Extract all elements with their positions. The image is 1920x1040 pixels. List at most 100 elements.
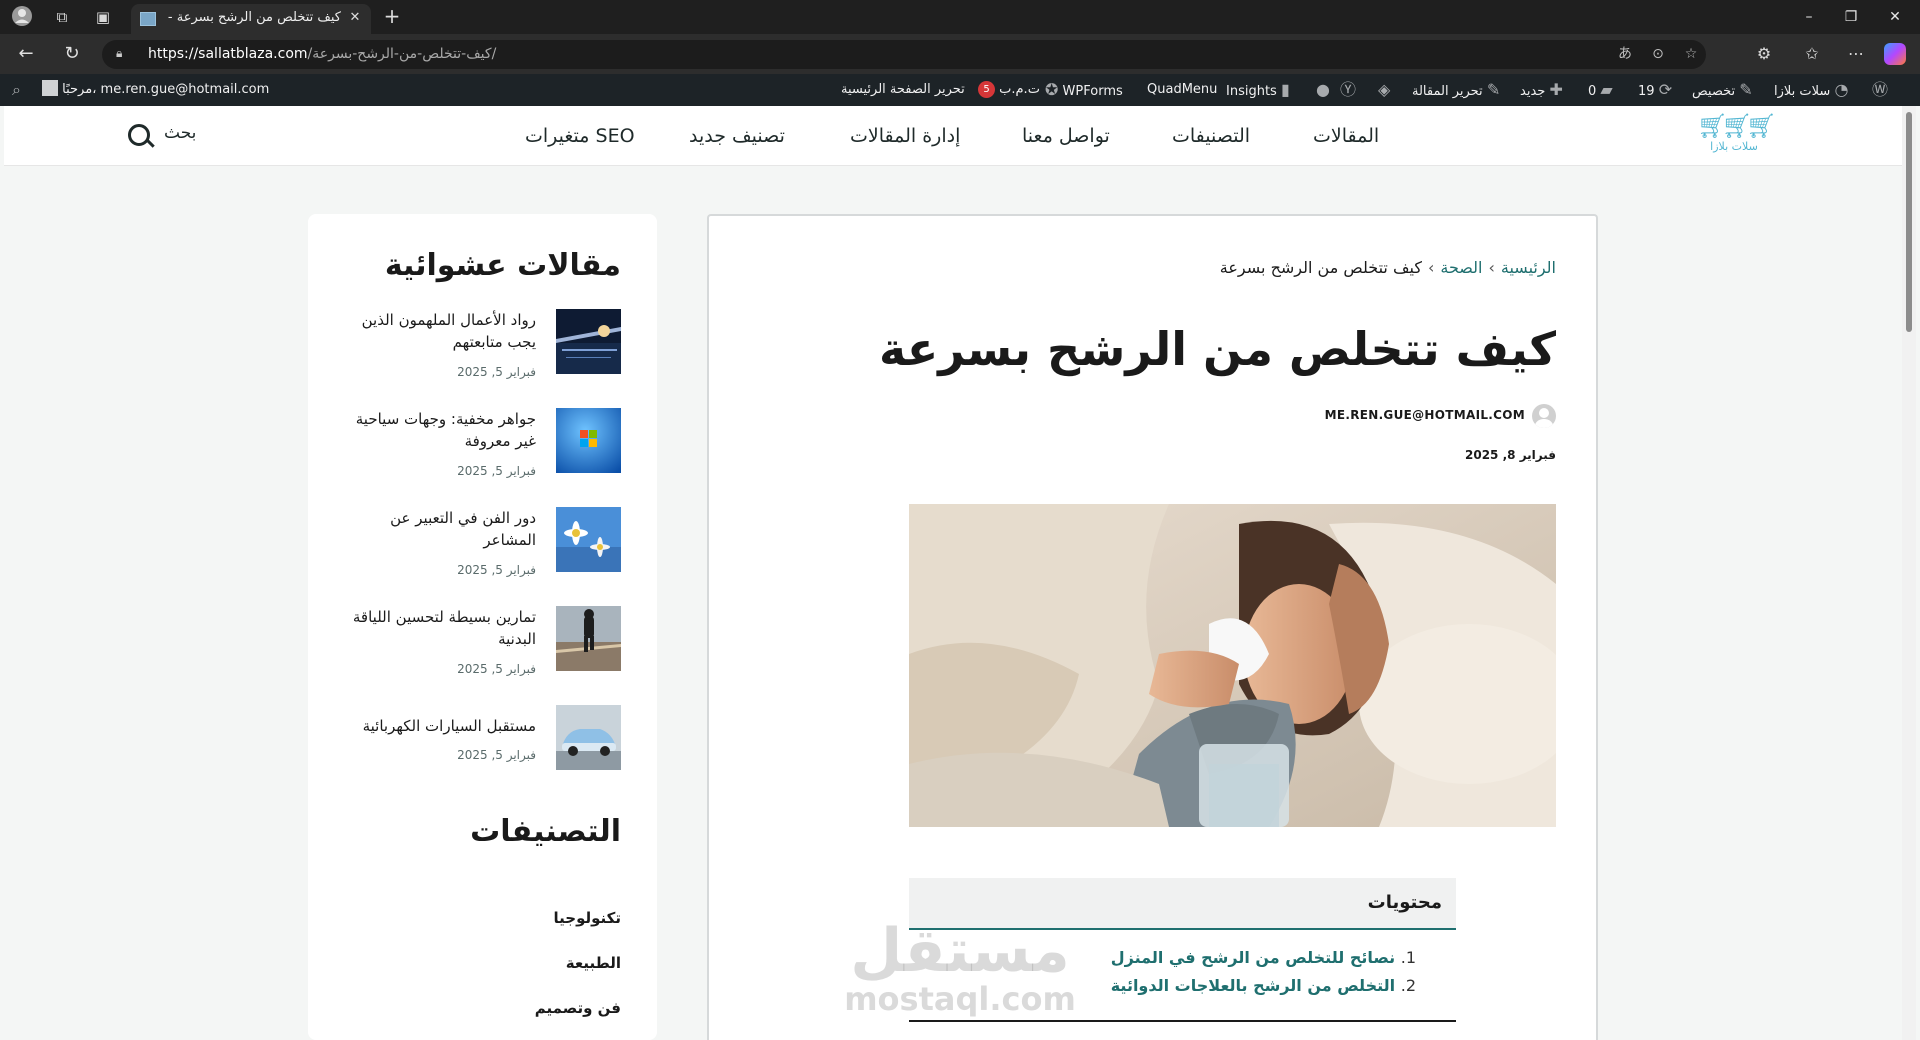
post-thumbnail[interactable] xyxy=(556,309,621,374)
lock-icon: 🔒︎ xyxy=(116,46,123,60)
list-item[interactable]: رواد الأعمال الملهمون الذين يجب متابعتهم… xyxy=(331,309,621,379)
site-logo[interactable]: 🛒︎🛒︎🛒︎ سلات بلازا xyxy=(1689,112,1779,160)
nav-manage-articles[interactable]: إدارة المقالات xyxy=(850,106,960,166)
yoast-icon[interactable]: Ⓨ xyxy=(1340,74,1356,106)
seo-plugin-icon[interactable]: ◈ xyxy=(1378,74,1390,106)
workspaces-icon[interactable]: ⧉ xyxy=(50,5,74,29)
list-item[interactable]: جواهر مخفية: وجهات سياحية غير معروفة فبر… xyxy=(331,408,621,478)
nav-articles[interactable]: المقالات xyxy=(1313,106,1379,166)
search-icon xyxy=(128,124,150,146)
adminbar-insights[interactable]: Insights ▮ xyxy=(1226,74,1290,106)
post-title[interactable]: رواد الأعمال الملهمون الذين يجب متابعتهم xyxy=(336,309,536,353)
post-date: فبراير 8, 2025 xyxy=(1465,448,1556,462)
toc-item[interactable]: 1. نصائح للتخلص من الرشح في المنزل xyxy=(1111,948,1416,967)
post-thumbnail[interactable] xyxy=(556,408,621,473)
post-date: فبراير 5, 2025 xyxy=(457,464,536,478)
category-link[interactable]: تكنولوجيا xyxy=(554,909,622,927)
seo-label: ت.م.ب xyxy=(999,82,1040,97)
nav-seo-variables[interactable]: متغيرات SEO xyxy=(525,106,635,166)
adminbar-new[interactable]: جديد ✚ xyxy=(1520,74,1563,106)
extensions-puzzle-icon[interactable]: ⊙ xyxy=(1647,43,1669,65)
favorite-star-icon[interactable]: ☆ xyxy=(1680,43,1702,65)
table-of-contents: محتويات 1. نصائح للتخلص من الرشح في المن… xyxy=(909,878,1456,1022)
url-host: https://sallatblaza.com xyxy=(148,46,308,62)
post-title[interactable]: جواهر مخفية: وجهات سياحية غير معروفة xyxy=(336,408,536,452)
random-posts-title: مقالات عشوائية xyxy=(384,248,621,283)
tab-close-icon[interactable]: ✕ xyxy=(345,8,365,28)
breadcrumb-current: كيف تتخلص من الرشح بسرعة xyxy=(1219,258,1422,277)
toc-number: 1. xyxy=(1400,948,1416,967)
page-title: كيف تتخلص من الرشح بسرعة xyxy=(878,322,1556,376)
url-field[interactable]: 🔒︎ https://sallatblaza.com/كيف-تتخلص-من-… xyxy=(102,40,1706,69)
post-title[interactable]: دور الفن في التعبير عن المشاعر xyxy=(336,507,536,551)
adminbar-edit-post[interactable]: تحرير المقالة ✎ xyxy=(1412,74,1500,106)
toc-link[interactable]: التخلص من الرشح بالعلاجات الدوائية xyxy=(1111,976,1395,995)
author-name[interactable]: ME.REN.GUE@HOTMAIL.COM xyxy=(1325,408,1525,422)
breadcrumb-category[interactable]: الصحة xyxy=(1440,258,1482,277)
pencil-icon: ✎ xyxy=(1486,80,1501,99)
adminbar-wpforms[interactable]: ✪ WPForms xyxy=(1045,74,1123,106)
breadcrumb-home[interactable]: الرئيسية xyxy=(1501,258,1556,277)
minimize-button[interactable]: – xyxy=(1786,0,1832,34)
adminbar-comments[interactable]: 0 ▰ xyxy=(1588,74,1613,106)
post-title[interactable]: تمارين بسيطة لتحسين اللياقة البدنية xyxy=(336,606,536,650)
new-label: جديد xyxy=(1520,84,1546,99)
post-title[interactable]: مستقبل السيارات الكهربائية xyxy=(336,715,536,737)
adminbar-quadmenu[interactable]: QuadMenu xyxy=(1147,74,1217,106)
comments-count: 0 xyxy=(1588,84,1597,99)
adminbar-customize[interactable]: تخصيص ✎ xyxy=(1692,74,1753,106)
list-item[interactable]: دور الفن في التعبير عن المشاعر فبراير 5,… xyxy=(331,507,621,577)
wordpress-logo-icon[interactable]: Ⓦ xyxy=(1872,74,1888,106)
nav-categories[interactable]: التصنيفات xyxy=(1172,106,1250,166)
scrollbar-thumb[interactable] xyxy=(1906,112,1912,332)
url-path: /كيف-تتخلص-من-الرشح-بسرعة/ xyxy=(307,46,497,62)
updates-count: 19 xyxy=(1638,84,1655,99)
url-text: https://sallatblaza.com/كيف-تتخلص-من-الر… xyxy=(148,46,496,62)
refresh-icon[interactable]: ↻ xyxy=(60,42,84,66)
adminbar-seo[interactable]: 5 ت.م.ب xyxy=(978,74,1040,106)
featured-image xyxy=(909,504,1556,827)
new-tab-button[interactable]: + xyxy=(380,5,404,29)
page-scrollbar[interactable] xyxy=(1902,106,1916,1040)
adminbar-edit-homepage[interactable]: تحرير الصفحة الرئيسية xyxy=(841,74,965,106)
favorites-icon[interactable]: ✩ xyxy=(1800,42,1824,66)
list-item[interactable]: مستقبل السيارات الكهربائية فبراير 5, 202… xyxy=(331,705,621,775)
toc-header[interactable]: محتويات xyxy=(909,878,1456,930)
read-aloud-icon[interactable]: あ xyxy=(1614,43,1636,65)
vertical-tabs-icon[interactable]: ▣ xyxy=(91,5,115,29)
copilot-icon[interactable] xyxy=(1884,43,1906,65)
active-tab[interactable]: كيف تتخلص من الرشح بسرعة - سلا ✕ xyxy=(131,4,371,34)
window-close-button[interactable]: ✕ xyxy=(1872,0,1918,34)
category-link[interactable]: الطبيعة xyxy=(566,954,621,972)
list-item[interactable]: تمارين بسيطة لتحسين اللياقة البدنية فبرا… xyxy=(331,606,621,676)
toc-link[interactable]: نصائح للتخلص من الرشح في المنزل xyxy=(1111,948,1395,967)
profile-icon[interactable] xyxy=(10,5,34,29)
sidebar: مقالات عشوائية رواد الأعمال الملهمون الذ… xyxy=(308,214,657,1040)
comments-icon: ▰ xyxy=(1600,80,1613,99)
avatar xyxy=(42,80,58,96)
maximize-button[interactable]: ❐ xyxy=(1828,0,1874,34)
adminbar-search-icon[interactable]: ⌕ xyxy=(12,74,21,106)
adminbar-site-name[interactable]: سلات بلازا ◔ xyxy=(1774,74,1848,106)
post-date: فبراير 5, 2025 xyxy=(457,563,536,577)
extensions-icon[interactable]: ⚙ xyxy=(1752,42,1776,66)
adminbar-updates[interactable]: 19 ⟳ xyxy=(1638,74,1672,106)
toc-item[interactable]: 2. التخلص من الرشح بالعلاجات الدوائية xyxy=(1111,976,1416,995)
seo-badge: 5 xyxy=(978,81,995,98)
category-link[interactable]: فن وتصميم xyxy=(535,999,621,1017)
post-thumbnail[interactable] xyxy=(556,606,621,671)
post-thumbnail[interactable] xyxy=(556,705,621,770)
nav-new-category[interactable]: تصنيف جديد xyxy=(689,106,785,166)
breadcrumb-separator: › xyxy=(1427,258,1435,277)
back-icon[interactable]: ← xyxy=(14,42,38,66)
greeting-label: مرحبًا، me.ren.gue@hotmail.com xyxy=(62,82,270,97)
nav-contact[interactable]: تواصل معنا xyxy=(1022,106,1110,166)
insights-label: Insights xyxy=(1226,84,1277,99)
post-thumbnail[interactable] xyxy=(556,507,621,572)
more-menu-icon[interactable]: ⋯ xyxy=(1844,42,1868,66)
article: الرئيسية›الصحة›كيف تتخلص من الرشح بسرعة … xyxy=(707,214,1598,1040)
post-date: فبراير 5, 2025 xyxy=(457,662,536,676)
adminbar-account[interactable]: مرحبًا، me.ren.gue@hotmail.com xyxy=(42,74,269,106)
site-header: 🛒︎🛒︎🛒︎ سلات بلازا المقالات التصنيفات توا… xyxy=(4,106,1916,166)
toc-title: محتويات xyxy=(1367,892,1442,913)
